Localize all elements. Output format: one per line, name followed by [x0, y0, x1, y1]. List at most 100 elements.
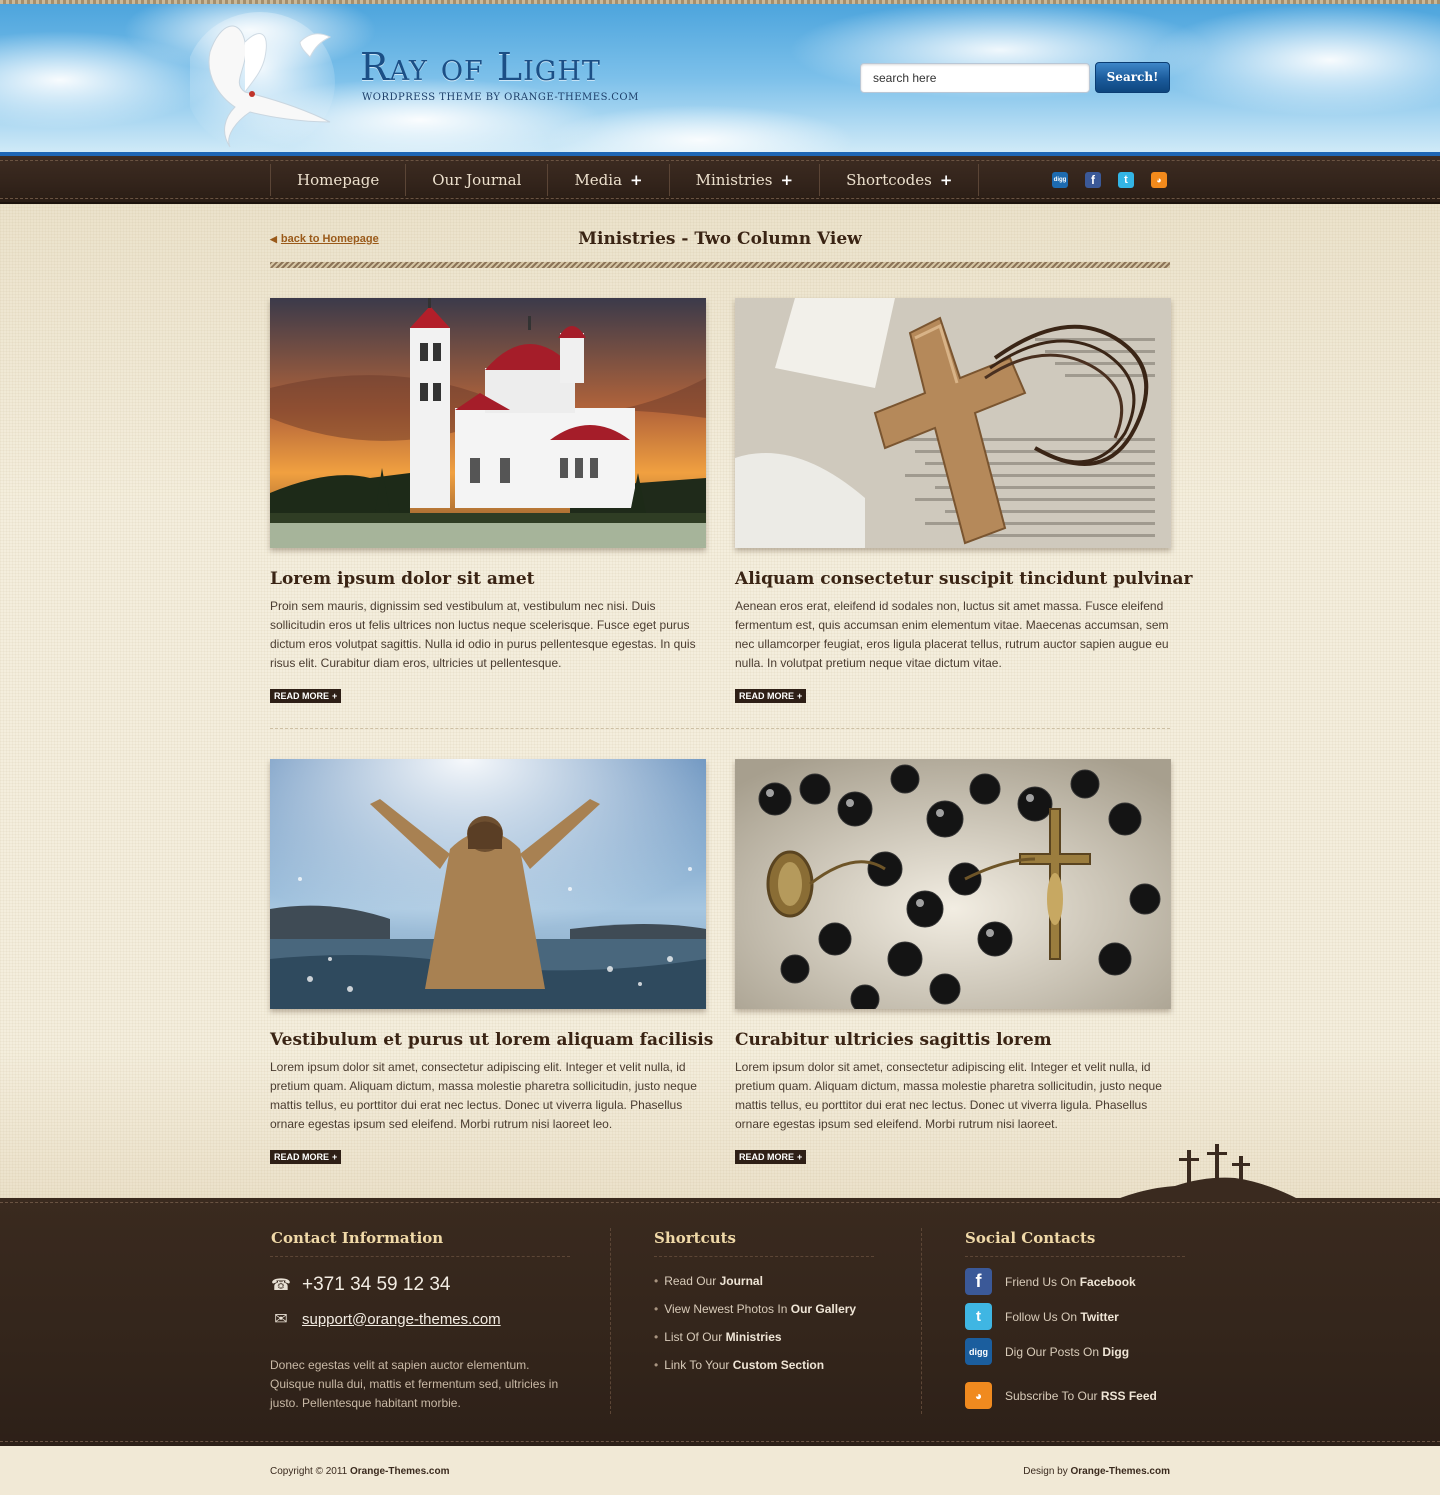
digg-icon[interactable]: digg	[1052, 172, 1068, 188]
nav-item-our-journal[interactable]: Our Journal	[405, 164, 547, 196]
read-more-button[interactable]: READ MORE +	[735, 1150, 807, 1164]
read-more-label: READ MORE	[739, 1152, 795, 1162]
plus-icon: +	[630, 171, 643, 189]
nav-item-label: Our Journal	[432, 171, 522, 189]
post-title[interactable]: Lorem ipsum dolor sit amet	[270, 567, 706, 591]
bullet-icon: •	[654, 1330, 659, 1344]
design-credit: Design by Orange-Themes.com	[1023, 1466, 1170, 1477]
post-excerpt: Proin sem mauris, dignissim sed vestibul…	[270, 599, 696, 670]
post-excerpt: Lorem ipsum dolor sit amet, consectetur …	[735, 1060, 1162, 1131]
plus-icon: +	[797, 691, 803, 701]
main-nav: Homepage Our Journal Media + Ministries …	[0, 156, 1440, 204]
post-excerpt: Aenean eros erat, eleifend id sodales no…	[735, 599, 1169, 670]
envelope-icon: ✉	[274, 1311, 288, 1328]
post-card: Curabitur ultricies sagittis lorem Lorem…	[735, 759, 1171, 1165]
social-link-digg[interactable]: digg Dig Our Posts On Digg	[965, 1338, 1129, 1365]
site-logo-title[interactable]: Ray of Light	[360, 44, 601, 90]
plus-icon: +	[939, 171, 953, 189]
post-card: Aliquam consectetur suscipit tincidunt p…	[735, 298, 1192, 704]
three-crosses-illustration	[1115, 1144, 1300, 1200]
rss-icon: ◕	[965, 1382, 992, 1409]
nav-item-label: Media	[574, 171, 623, 189]
post-image-church[interactable]	[270, 298, 706, 548]
post-excerpt: Lorem ipsum dolor sit amet, consectetur …	[270, 1060, 697, 1131]
post-title[interactable]: Vestibulum et purus ut lorem aliquam fac…	[270, 1028, 713, 1052]
twitter-icon[interactable]: t	[1118, 172, 1134, 188]
shortcut-text: View Newest Photos In	[664, 1302, 788, 1316]
post-title[interactable]: Curabitur ultricies sagittis lorem	[735, 1028, 1171, 1052]
post-card: Lorem ipsum dolor sit amet Proin sem mau…	[270, 298, 706, 704]
post-image-rosary[interactable]	[735, 759, 1171, 1009]
read-more-button[interactable]: READ MORE +	[270, 1150, 342, 1164]
post-image-wooden-cross[interactable]	[735, 298, 1171, 548]
page-title: Ministries - Two Column View	[578, 229, 862, 249]
shortcut-text: List Of Our	[664, 1330, 723, 1344]
nav-item-label: Shortcodes	[846, 171, 932, 189]
contact-heading: Contact Information	[271, 1229, 444, 1247]
contact-divider	[270, 1256, 570, 1257]
read-more-label: READ MORE	[739, 691, 795, 701]
arrow-left-icon: ◀	[270, 234, 277, 244]
copyright-link[interactable]: Orange-Themes.com	[350, 1466, 449, 1477]
nav-item-label: Homepage	[297, 171, 380, 189]
shortcut-bold: Journal	[719, 1274, 763, 1288]
nav-item-label: Ministries	[695, 171, 773, 189]
shortcut-bold: Our Gallery	[790, 1302, 857, 1316]
back-to-homepage-link[interactable]: ◀ back to Homepage	[270, 233, 379, 245]
read-more-button[interactable]: READ MORE +	[270, 689, 342, 703]
shortcut-text: Link To Your	[664, 1358, 730, 1372]
social-text: Follow Us On Twitter	[1005, 1309, 1119, 1324]
row-divider	[270, 728, 1170, 729]
social-text: Friend Us On Facebook	[1005, 1274, 1136, 1289]
read-more-label: READ MORE	[274, 1152, 330, 1162]
contact-phone: ☎ +371 34 59 12 34	[270, 1274, 450, 1296]
read-more-button[interactable]: READ MORE +	[735, 689, 807, 703]
rss-icon[interactable]: ◕	[1151, 172, 1167, 188]
shortcut-link-custom[interactable]: • Link To Your Custom Section	[654, 1358, 824, 1372]
bullet-icon: •	[654, 1274, 659, 1288]
content-area	[0, 204, 1440, 1198]
shortcut-link-gallery[interactable]: • View Newest Photos In Our Gallery	[654, 1302, 856, 1316]
shortcut-bold: Custom Section	[732, 1358, 825, 1372]
post-title[interactable]: Aliquam consectetur suscipit tincidunt p…	[735, 567, 1192, 591]
search-button[interactable]: Search!	[1095, 62, 1170, 93]
site-logo-subtitle: WORDPRESS THEME BY ORANGE-THEMES.COM	[362, 92, 639, 103]
shortcut-link-ministries[interactable]: • List Of Our Ministries	[654, 1330, 782, 1344]
nav-item-media[interactable]: Media +	[547, 164, 668, 196]
shortcuts-heading: Shortcuts	[654, 1229, 736, 1247]
social-text: Dig Our Posts On Digg	[1005, 1344, 1130, 1359]
social-link-facebook[interactable]: f Friend Us On Facebook	[965, 1268, 1136, 1295]
social-link-twitter[interactable]: t Follow Us On Twitter	[965, 1303, 1119, 1330]
nav-item-shortcodes[interactable]: Shortcodes +	[819, 164, 980, 196]
nav-menu: Homepage Our Journal Media + Ministries …	[270, 164, 980, 196]
bullet-icon: •	[654, 1302, 659, 1316]
phone-number: +371 34 59 12 34	[302, 1274, 451, 1295]
bullet-icon: •	[654, 1358, 659, 1372]
footer-separator	[921, 1228, 922, 1414]
facebook-icon[interactable]: f	[1085, 172, 1101, 188]
contact-description: Donec egestas velit at sapien auctor ele…	[270, 1358, 559, 1410]
social-heading: Social Contacts	[965, 1229, 1096, 1247]
nav-item-ministries[interactable]: Ministries +	[668, 164, 819, 196]
social-link-rss[interactable]: ◕ Subscribe To Our RSS Feed	[965, 1382, 1157, 1409]
nav-item-homepage[interactable]: Homepage	[270, 164, 405, 196]
read-more-label: READ MORE	[274, 691, 330, 701]
shortcut-text: Read Our	[664, 1274, 717, 1288]
title-divider	[270, 262, 1170, 268]
header: Ray of Light WORDPRESS THEME BY ORANGE-T…	[0, 0, 1440, 156]
shortcuts-divider	[654, 1256, 874, 1257]
search-input[interactable]: search here	[860, 63, 1090, 93]
email-link[interactable]: support@orange-themes.com	[302, 1311, 501, 1328]
design-credit-link[interactable]: Orange-Themes.com	[1071, 1466, 1170, 1477]
plus-icon: +	[332, 691, 338, 701]
social-divider	[965, 1256, 1185, 1257]
plus-icon: +	[797, 1152, 803, 1162]
twitter-icon: t	[965, 1303, 992, 1330]
back-link-label: back to Homepage	[280, 233, 379, 245]
post-card: Vestibulum et purus ut lorem aliquam fac…	[270, 759, 713, 1165]
post-image-figure-in-water[interactable]	[270, 759, 706, 1009]
digg-icon: digg	[965, 1338, 992, 1365]
shortcut-link-journal[interactable]: • Read Our Journal	[654, 1274, 763, 1288]
social-text: Subscribe To Our RSS Feed	[1005, 1388, 1157, 1403]
shortcut-bold: Ministries	[725, 1330, 782, 1344]
